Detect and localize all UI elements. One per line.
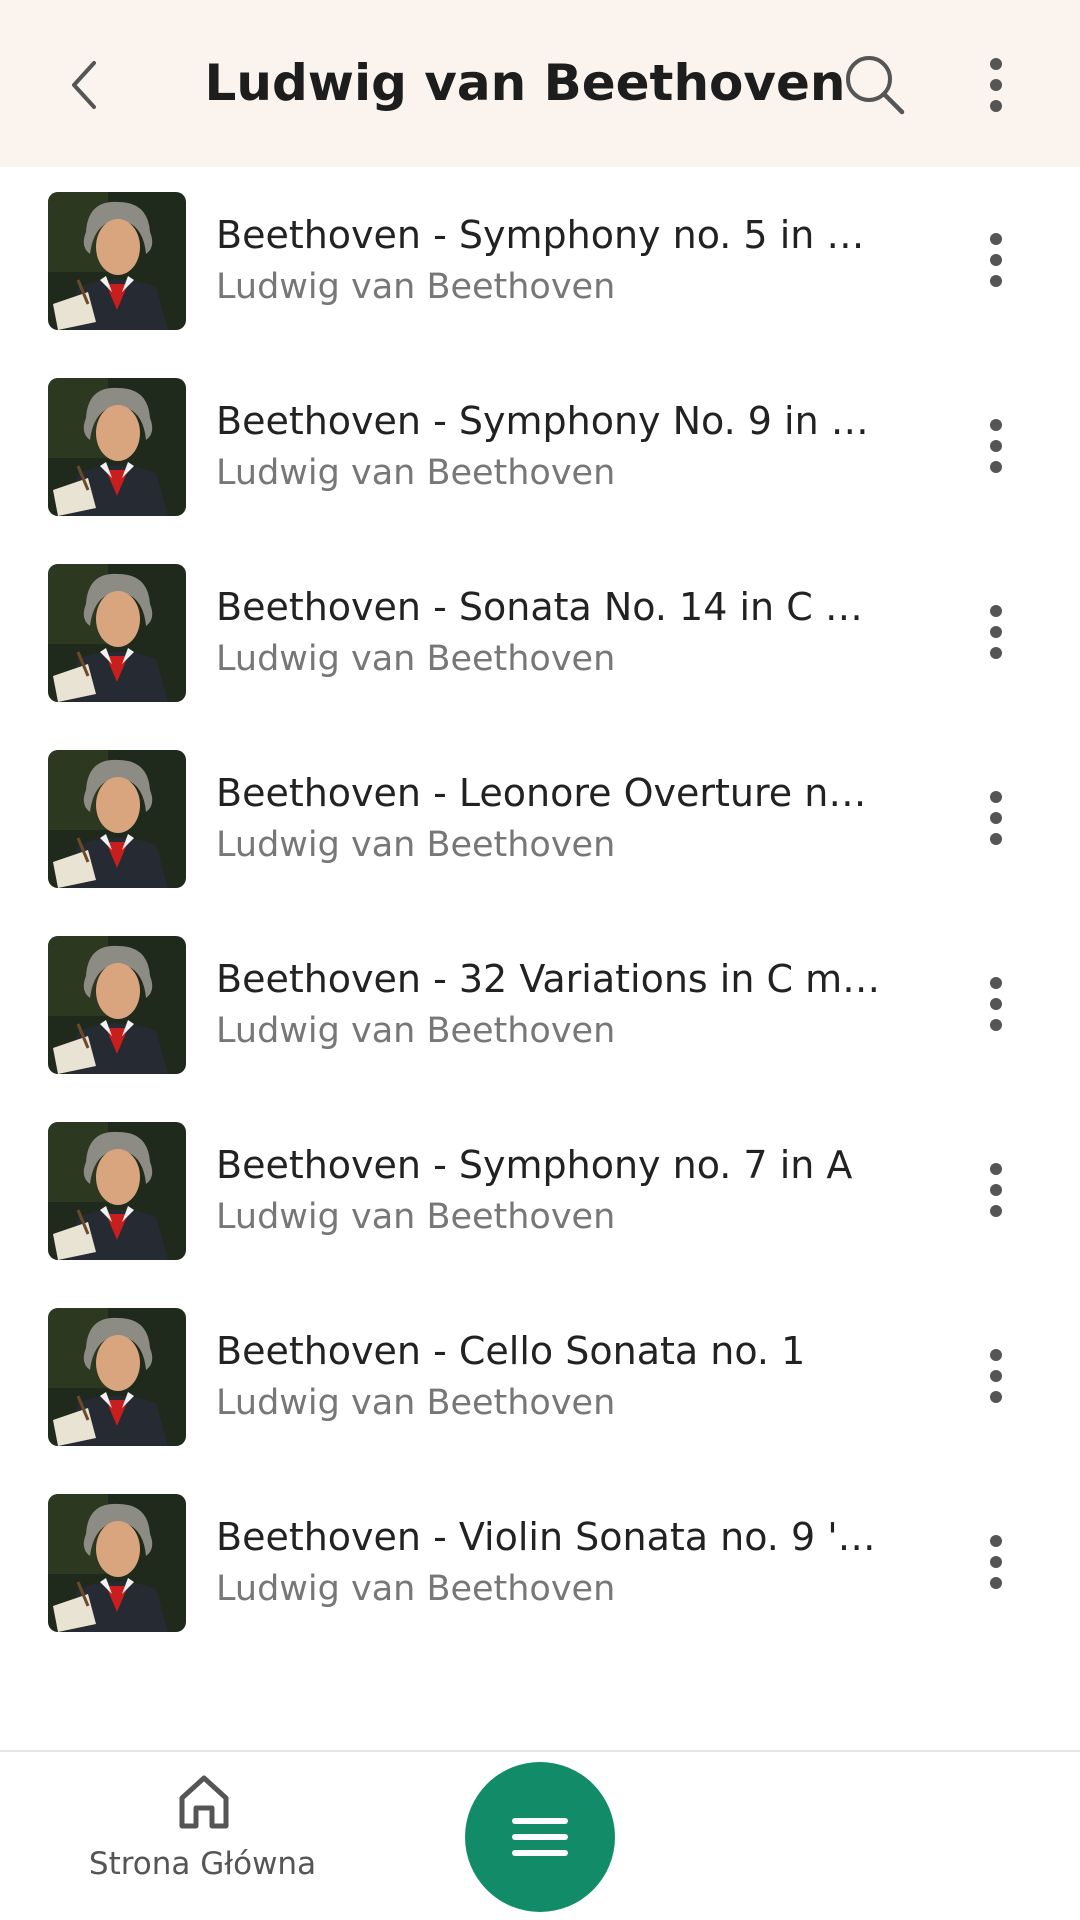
top-app-bar: Ludwig van Beethoven <box>0 0 1080 167</box>
album-art <box>48 936 186 1074</box>
song-title: Beethoven - Symphony no. 5 in Cm <box>216 213 886 257</box>
song-more-button[interactable] <box>968 1341 1024 1411</box>
chevron-left-icon <box>72 61 96 109</box>
more-vertical-icon <box>990 1349 1002 1403</box>
song-title: Beethoven - Sonata No. 14 in C Shar... <box>216 585 886 629</box>
more-vertical-icon <box>990 58 1002 112</box>
song-artist: Ludwig van Beethoven <box>216 1383 616 1423</box>
song-artist: Ludwig van Beethoven <box>216 825 616 865</box>
album-art-image <box>48 936 186 1074</box>
album-art-image <box>48 1122 186 1260</box>
more-vertical-icon <box>990 1535 1002 1589</box>
bottom-navigation: Strona Główna <box>0 1750 1080 1920</box>
song-artist: Ludwig van Beethoven <box>216 1197 616 1237</box>
album-art-image <box>48 750 186 888</box>
song-artist: Ludwig van Beethoven <box>216 1569 616 1609</box>
album-art <box>48 564 186 702</box>
menu-fab[interactable] <box>465 1762 615 1912</box>
song-title: Beethoven - Leonore Overture no. 1 <box>216 771 886 815</box>
back-button[interactable] <box>52 50 116 120</box>
home-icon <box>179 1775 229 1829</box>
nav-home-label: Strona Główna <box>88 1846 317 1882</box>
song-artist: Ludwig van Beethoven <box>216 639 616 679</box>
song-more-button[interactable] <box>968 783 1024 853</box>
song-list-item[interactable]: Beethoven - Cello Sonata no. 1 Ludwig van… <box>0 1283 1080 1469</box>
more-vertical-icon <box>990 977 1002 1031</box>
song-list: Beethoven - Symphony no. 5 in Cm Ludwig v… <box>0 167 1080 1655</box>
song-more-button[interactable] <box>968 411 1024 481</box>
song-title: Beethoven - 32 Variations in C minor <box>216 957 886 1001</box>
song-title: Beethoven - Symphony No. 9 in D mi... <box>216 399 886 443</box>
more-vertical-icon <box>990 605 1002 659</box>
more-vertical-icon <box>990 419 1002 473</box>
overflow-menu-button[interactable] <box>968 50 1024 120</box>
song-list-item[interactable]: Beethoven - Symphony No. 9 in D mi... Lud… <box>0 353 1080 539</box>
song-title: Beethoven - Violin Sonata no. 9 'Kreu... <box>216 1515 886 1559</box>
album-art-image <box>48 192 186 330</box>
song-artist: Ludwig van Beethoven <box>216 267 616 307</box>
search-icon <box>846 56 905 115</box>
nav-home[interactable]: Strona Główna <box>70 1772 335 1902</box>
album-art-image <box>48 1308 186 1446</box>
song-more-button[interactable] <box>968 1527 1024 1597</box>
song-list-item[interactable]: Beethoven - Symphony no. 5 in Cm Ludwig v… <box>0 167 1080 353</box>
song-list-item[interactable]: Beethoven - 32 Variations in C minor Ludw… <box>0 911 1080 1097</box>
song-title: Beethoven - Symphony no. 7 in A <box>216 1143 853 1187</box>
more-vertical-icon <box>990 791 1002 845</box>
album-art <box>48 1308 186 1446</box>
album-art <box>48 750 186 888</box>
song-more-button[interactable] <box>968 225 1024 295</box>
album-art <box>48 192 186 330</box>
song-more-button[interactable] <box>968 1155 1024 1225</box>
song-artist: Ludwig van Beethoven <box>216 1011 616 1051</box>
more-vertical-icon <box>990 1163 1002 1217</box>
song-more-button[interactable] <box>968 969 1024 1039</box>
song-list-item[interactable]: Beethoven - Violin Sonata no. 9 'Kreu...… <box>0 1469 1080 1655</box>
song-artist: Ludwig van Beethoven <box>216 453 616 493</box>
page-title: Ludwig van Beethoven <box>204 54 846 112</box>
album-art <box>48 1494 186 1632</box>
album-art-image <box>48 378 186 516</box>
album-art-image <box>48 1494 186 1632</box>
song-more-button[interactable] <box>968 597 1024 667</box>
song-list-item[interactable]: Beethoven - Leonore Overture no. 1 Ludwig… <box>0 725 1080 911</box>
song-list-item[interactable]: Beethoven - Symphony no. 7 in A Ludwig va… <box>0 1097 1080 1283</box>
search-button[interactable] <box>840 50 910 120</box>
album-art-image <box>48 564 186 702</box>
song-list-item[interactable]: Beethoven - Sonata No. 14 in C Shar... Lu… <box>0 539 1080 725</box>
menu-icon <box>512 1818 568 1856</box>
album-art <box>48 1122 186 1260</box>
album-art <box>48 378 186 516</box>
more-vertical-icon <box>990 233 1002 287</box>
song-title: Beethoven - Cello Sonata no. 1 <box>216 1329 806 1373</box>
